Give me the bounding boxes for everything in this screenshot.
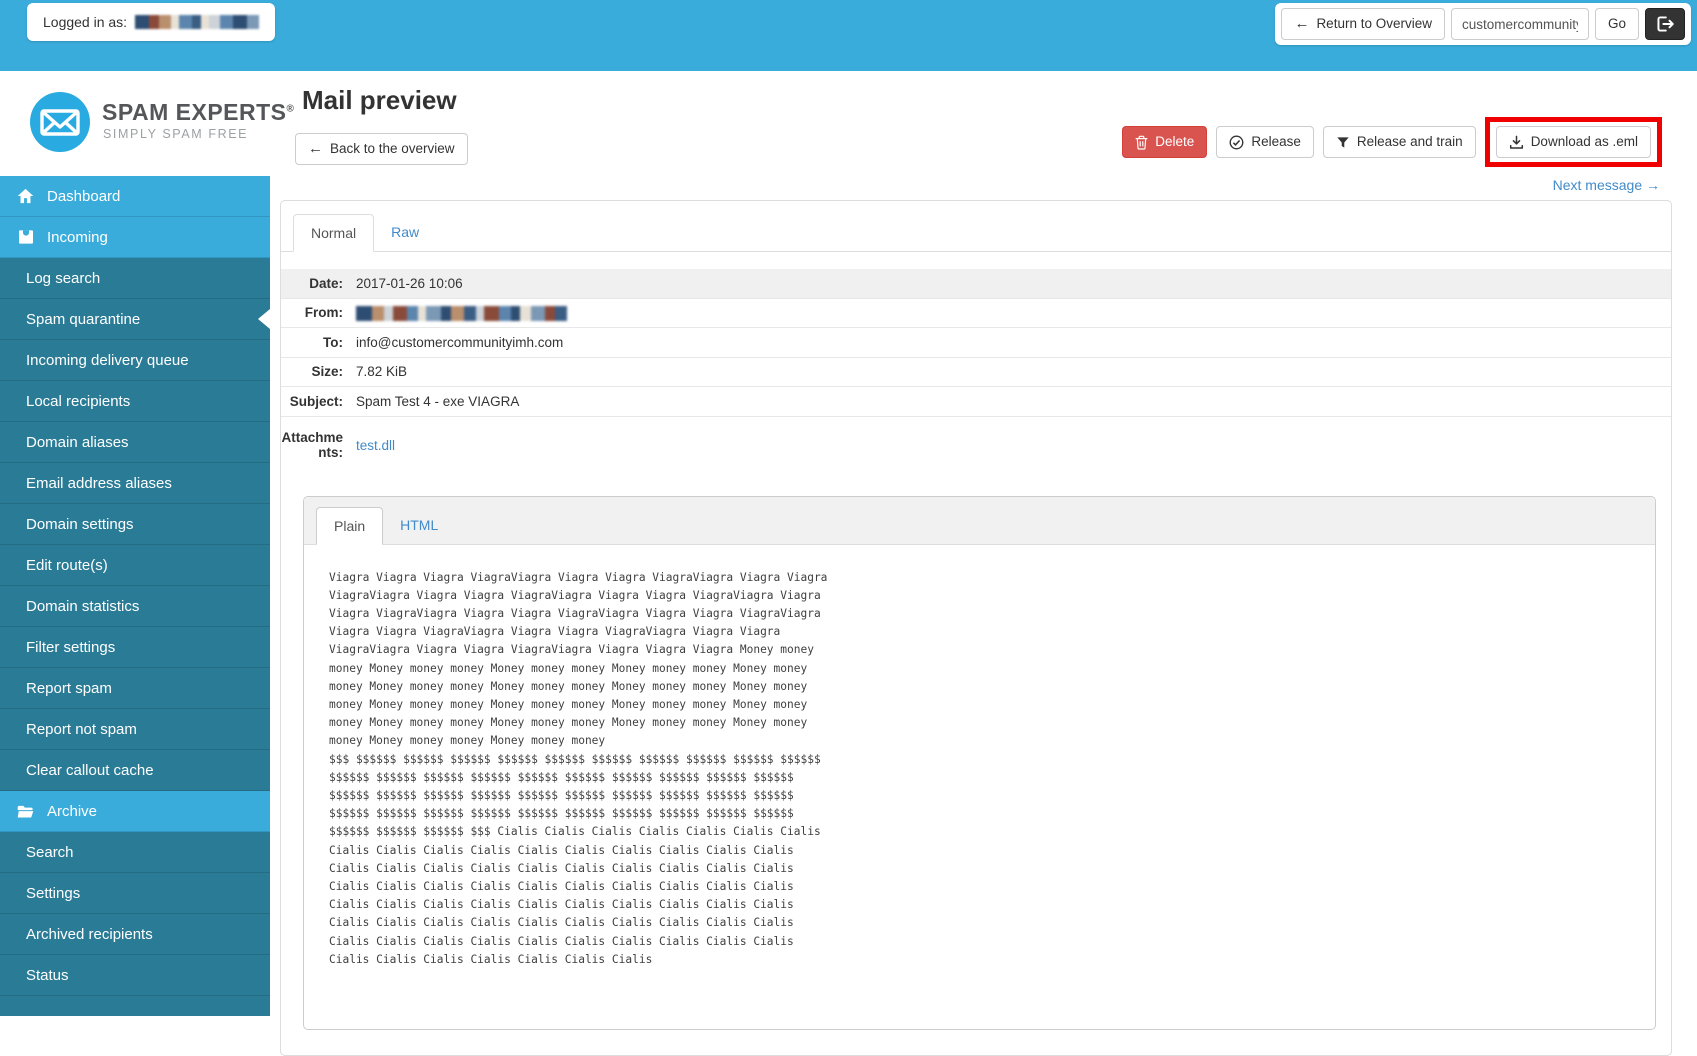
sidebar-item-filter-settings[interactable]: Filter settings [0, 627, 270, 668]
field-row-to: To: info@customercommunityimh.com [281, 328, 1671, 358]
main-content: Mail preview ← Back to the overview Dele… [270, 71, 1697, 1056]
mail-body: Viagra Viagra Viagra ViagraViagra Viagra… [304, 545, 1655, 1029]
mail-body-text: Viagra Viagra Viagra ViagraViagra Viagra… [329, 570, 828, 966]
sidebar-item-edit-routes[interactable]: Edit route(s) [0, 545, 270, 586]
back-to-overview-button[interactable]: ← Back to the overview [295, 133, 468, 165]
sidebar-item-report-not-spam[interactable]: Report not spam [0, 709, 270, 750]
tab-normal[interactable]: Normal [293, 214, 375, 252]
filter-funnel-icon [1336, 135, 1350, 150]
folder-open-icon [17, 804, 34, 819]
brand-name: SPAM EXPERTS® [102, 99, 295, 125]
mail-header-fields: Date: 2017-01-26 10:06 From: To: info@cu… [281, 269, 1671, 474]
red-highlight-annotation: Download as .eml [1484, 117, 1662, 167]
mail-action-buttons: Delete Release Release and train Downloa… [1122, 117, 1662, 167]
sidebar-item-domain-statistics[interactable]: Domain statistics [0, 586, 270, 627]
brand-tagline: SIMPLY SPAM FREE [103, 127, 249, 141]
sidebar-item-domain-aliases[interactable]: Domain aliases [0, 422, 270, 463]
body-tabs: Plain HTML [304, 496, 1655, 545]
trash-icon [1135, 135, 1148, 150]
arrow-left-icon: ← [308, 140, 323, 157]
return-to-overview-button[interactable]: ← Return to Overview [1281, 8, 1445, 40]
size-value: 7.82 KiB [356, 364, 408, 380]
tab-html[interactable]: HTML [383, 507, 455, 545]
sidebar-item-spam-quarantine[interactable]: Spam quarantine [0, 299, 270, 340]
tab-plain[interactable]: Plain [316, 506, 384, 545]
to-value: info@customercommunityimh.com [356, 334, 564, 350]
sidebar-item-email-address-aliases[interactable]: Email address aliases [0, 463, 270, 504]
current-page-marker [258, 309, 270, 329]
logged-in-box: Logged in as: [27, 3, 276, 41]
go-button[interactable]: Go [1594, 8, 1639, 40]
sidebar-item-dashboard[interactable]: Dashboard [0, 176, 270, 217]
field-row-from: From: [281, 299, 1671, 328]
inbox-icon [17, 229, 34, 245]
sidebar-item-local-recipients[interactable]: Local recipients [0, 381, 270, 422]
download-icon [1509, 135, 1524, 150]
sidebar-item-clear-callout-cache[interactable]: Clear callout cache [0, 750, 270, 791]
field-row-subject: Subject: Spam Test 4 - exe VIAGRA [281, 387, 1671, 417]
field-row-date: Date: 2017-01-26 10:06 [281, 269, 1671, 299]
logout-icon [1655, 15, 1675, 33]
topbar-controls: ← Return to Overview Go [1275, 3, 1691, 45]
date-value: 2017-01-26 10:06 [356, 275, 463, 291]
view-tabs: Normal Raw [281, 201, 1671, 252]
redacted-username [135, 15, 260, 29]
sidebar-item-status[interactable]: Status [0, 955, 270, 996]
attachments-value: test.dll [356, 438, 1671, 453]
release-button[interactable]: Release [1216, 126, 1314, 158]
sidebar: SPAM EXPERTS® SIMPLY SPAM FREE Dashboard… [0, 71, 294, 1016]
logout-button[interactable] [1645, 8, 1685, 40]
sidebar-item-archive[interactable]: Archive [0, 791, 270, 832]
top-bar: Logged in as: ← Return to Overview Go [0, 0, 1697, 71]
sidebar-nav: Dashboard Incoming Log search Spam quara… [0, 176, 270, 996]
sidebar-item-incoming-delivery-queue[interactable]: Incoming delivery queue [0, 340, 270, 381]
sidebar-item-incoming[interactable]: Incoming [0, 217, 270, 258]
sidebar-item-archived-recipients[interactable]: Archived recipients [0, 914, 270, 955]
sidebar-item-settings[interactable]: Settings [0, 873, 270, 914]
check-circle-icon [1229, 135, 1244, 150]
logged-in-label: Logged in as: [43, 14, 128, 30]
attachment-link[interactable]: test.dll [356, 438, 395, 453]
sidebar-item-report-spam[interactable]: Report spam [0, 668, 270, 709]
field-row-attachments: Attachments: test.dll [281, 417, 1671, 474]
mail-preview-panel: Normal Raw Date: 2017-01-26 10:06 From: … [280, 200, 1672, 1056]
from-value [356, 305, 1671, 321]
release-and-train-button[interactable]: Release and train [1322, 126, 1476, 158]
mail-body-panel: Plain HTML Viagra Viagra Viagra ViagraVi… [303, 495, 1656, 1030]
subject-value: Spam Test 4 - exe VIAGRA [356, 393, 520, 409]
home-icon [17, 188, 34, 204]
sidebar-item-log-search[interactable]: Log search [0, 258, 270, 299]
field-row-size: Size: 7.82 KiB [281, 358, 1671, 387]
brand-logo: SPAM EXPERTS® SIMPLY SPAM FREE [0, 71, 294, 176]
next-message-link[interactable]: Next message → [1553, 177, 1660, 193]
sidebar-item-search[interactable]: Search [0, 832, 270, 873]
redacted-from-address [356, 305, 567, 321]
page-title: Mail preview [302, 85, 457, 115]
delete-button[interactable]: Delete [1122, 126, 1208, 158]
tab-raw[interactable]: Raw [374, 214, 436, 252]
arrow-left-icon: ← [1294, 15, 1310, 32]
account-search-input[interactable] [1450, 8, 1589, 40]
download-as-eml-button[interactable]: Download as .eml [1495, 126, 1651, 158]
sidebar-item-domain-settings[interactable]: Domain settings [0, 504, 270, 545]
